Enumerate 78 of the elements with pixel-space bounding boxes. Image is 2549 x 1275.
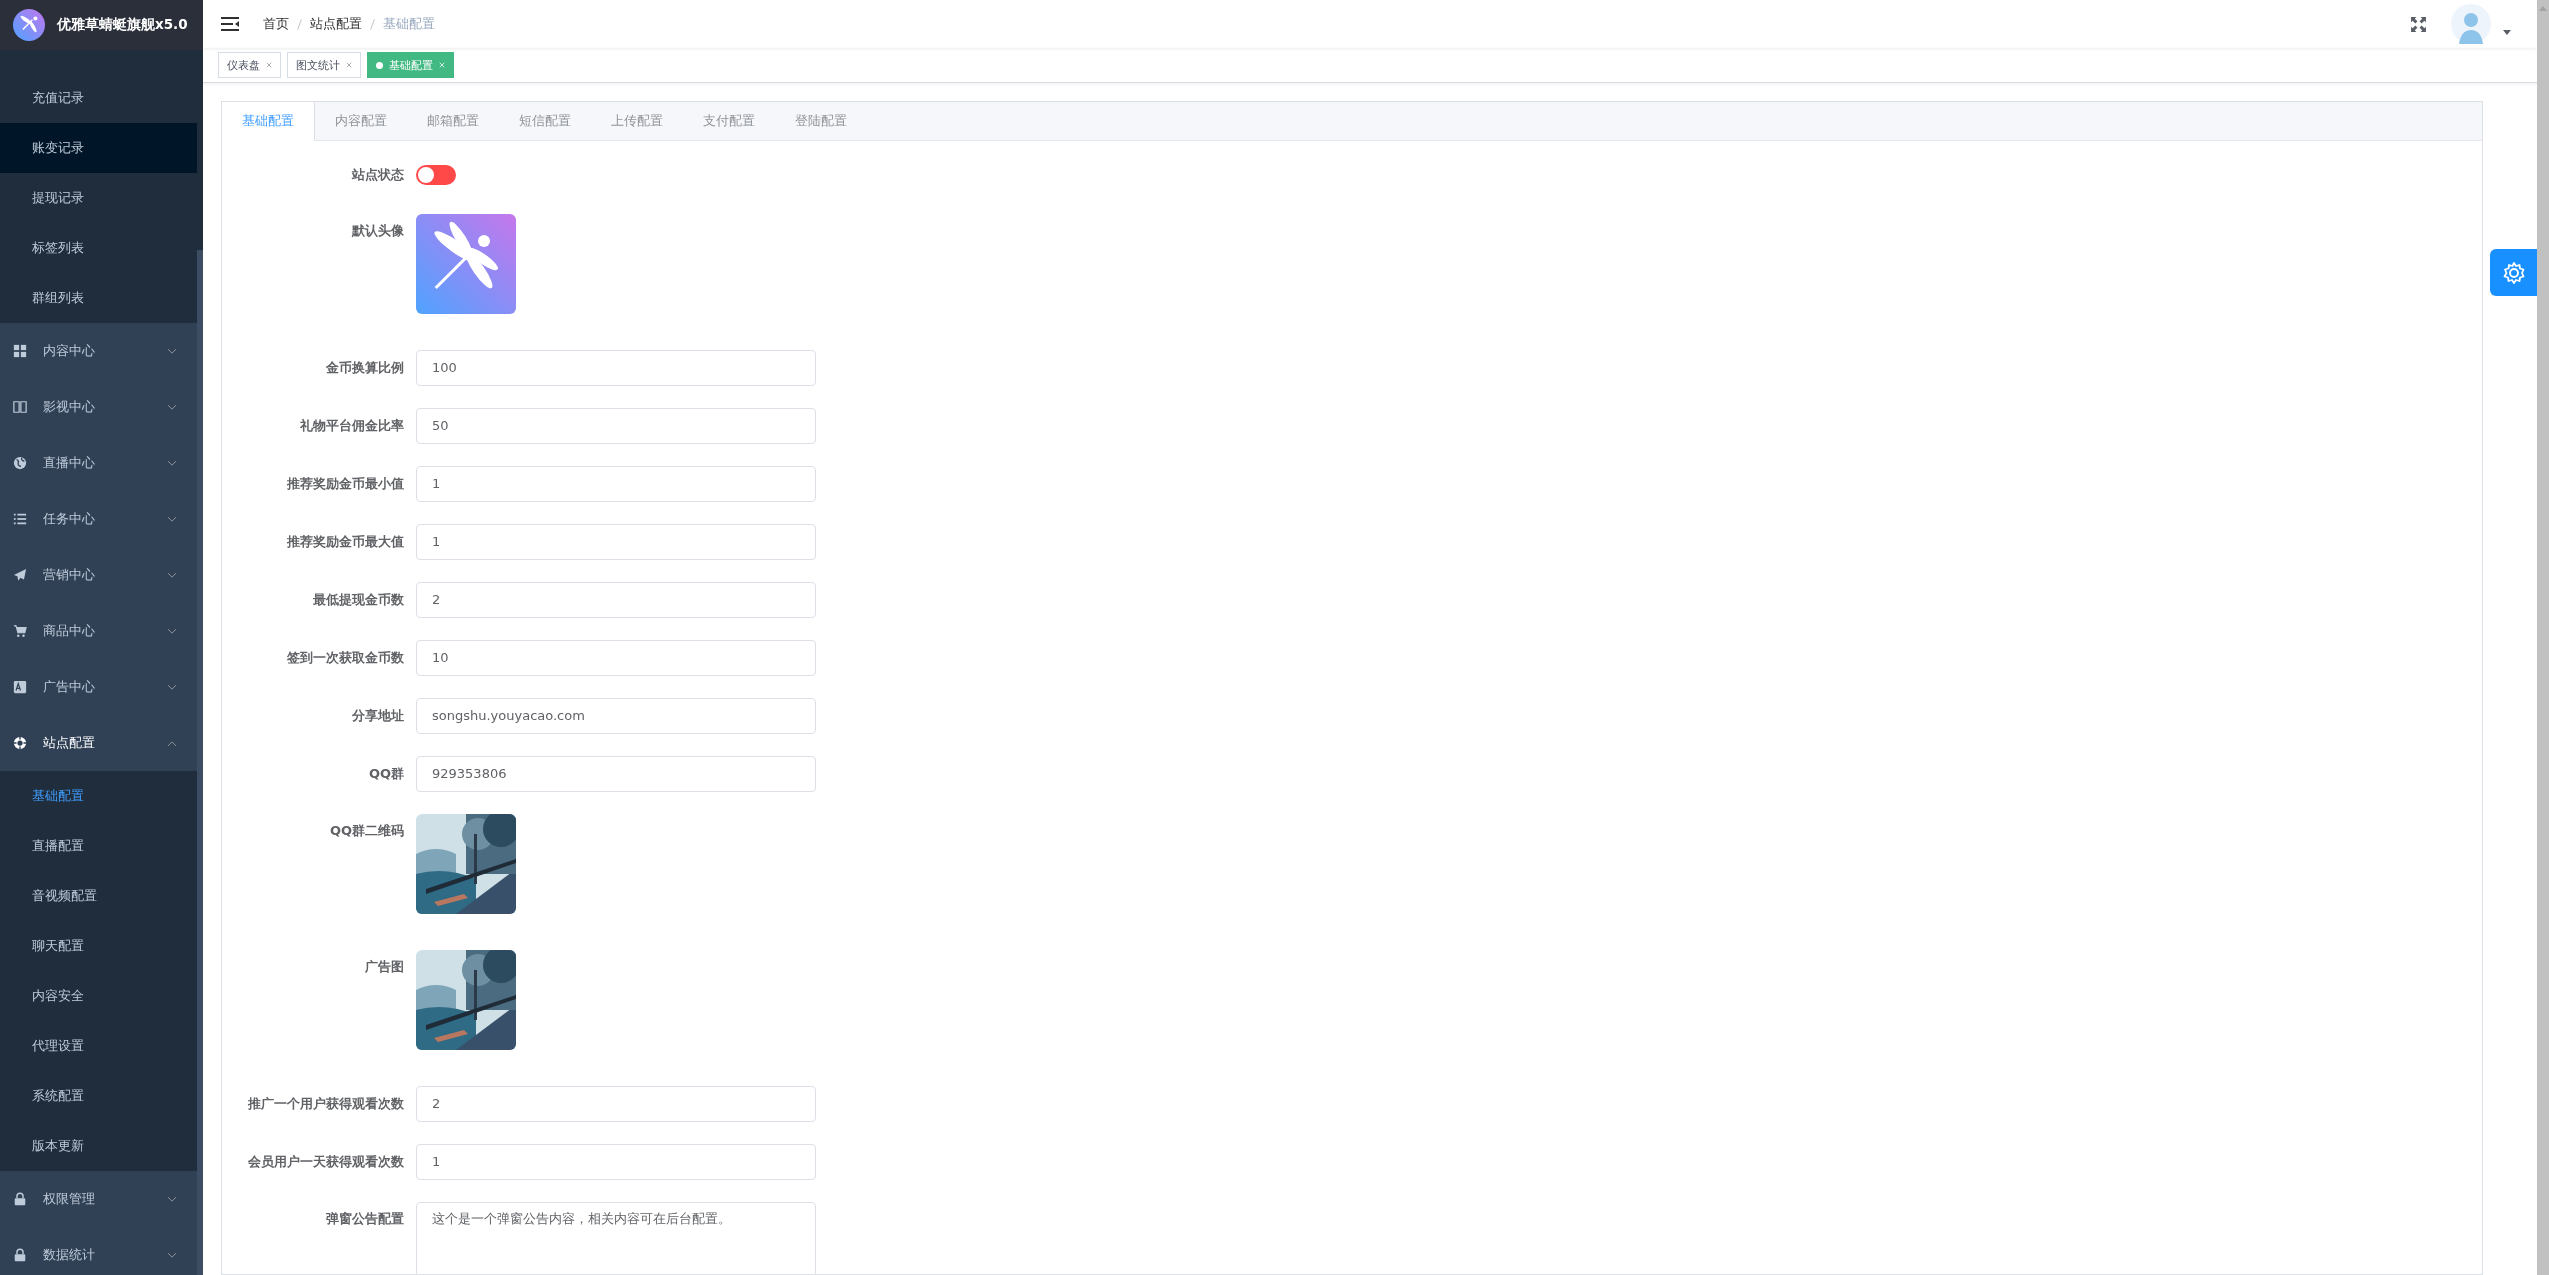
app-title: 优雅草蜻蜓旗舰x5.0 [57,16,188,34]
field-label: 推荐奖励金币最小值 [286,475,405,493]
sidebar-menu-item[interactable]: 直播中心 [0,435,197,491]
field-label: 金币换算比例 [325,359,405,377]
list-icon [13,512,27,526]
book-icon [13,400,27,414]
sidebar-subitem[interactable]: 群组列表 [0,273,197,323]
globe-icon [13,456,27,470]
sidebar-menu-item[interactable]: 广告中心 [0,659,197,715]
cart-icon [13,624,27,638]
input-field[interactable]: 1 [416,466,816,502]
toggle-switch[interactable] [416,165,456,185]
sidebar-menu-item[interactable]: 影视中心 [0,379,197,435]
field-label: QQ群二维码 [328,822,405,840]
sidebar-menu-item[interactable]: 营销中心 [0,547,197,603]
textarea-field[interactable]: 这个是一个弹窗公告内容，相关内容可在后台配置。 [416,1202,816,1275]
input-field[interactable]: 929353806 [416,756,816,792]
close-icon[interactable] [266,62,272,68]
page-scrollbar[interactable] [2537,0,2549,1275]
sidebar-menu-item[interactable]: 商品中心 [0,603,197,659]
paper-plane-icon [13,568,27,582]
close-icon[interactable] [346,62,352,68]
field-label: 弹窗公告配置 [325,1210,405,1228]
sidebar-subitem[interactable]: 代理设置 [0,1021,197,1071]
field-label: 签到一次获取金币数 [286,649,405,667]
sidebar-menu-item[interactable]: 任务中心 [0,491,197,547]
sidebar-subitem[interactable]: 系统配置 [0,1071,197,1121]
dragonfly-logo[interactable] [416,214,516,314]
fullscreen-icon[interactable] [2410,15,2427,33]
scrollbar-thumb[interactable] [197,250,203,1275]
sidebar-subitem[interactable]: 账变记录 [0,123,197,173]
input-field[interactable]: 50 [416,408,816,444]
field-label: 推广一个用户获得观看次数 [247,1095,405,1113]
input-field[interactable]: 1 [416,1144,816,1180]
input-field[interactable]: songshu.youyacao.com [416,698,816,734]
sidebar-menu-item[interactable]: 内容中心 [0,323,197,379]
input-field[interactable]: 100 [416,350,816,386]
tag[interactable]: 图文统计 [287,52,361,78]
input-field[interactable]: 10 [416,640,816,676]
lock-icon [13,1192,27,1206]
sidebar-subitem[interactable]: 标签列表 [0,223,197,273]
caret-icon[interactable] [2503,29,2511,35]
sidebar-subitem[interactable]: 基础配置 [0,771,197,821]
field-label: 分享地址 [351,707,405,725]
field-label: 默认头像 [350,222,405,240]
field-label: 礼物平台佣金比率 [299,417,405,435]
dragonfly-logo [13,9,45,41]
ad-icon [13,680,27,694]
input-field[interactable]: 2 [416,582,816,618]
field-label: 推荐奖励金币最大值 [286,533,405,551]
gear-icon [2501,260,2526,285]
breadcrumb-link[interactable]: 首页 [263,15,289,33]
sidebar-subitem[interactable]: 版本更新 [0,1121,197,1171]
field-label: 站点状态 [351,166,405,184]
sidebar-subitem[interactable]: 充值记录 [0,73,197,123]
sidebar-subitem[interactable]: 聊天配置 [0,921,197,971]
input-field[interactable]: 2 [416,1086,816,1122]
sidebar-menu-item[interactable]: 站点配置 [0,715,197,771]
field-label: 会员用户一天获得观看次数 [247,1153,405,1171]
input-field[interactable]: 1 [416,524,816,560]
field-label: 广告图 [364,958,405,976]
sidebar-subitem[interactable]: 音视频配置 [0,871,197,921]
grid-icon [13,344,27,358]
field-label: QQ群 [367,765,405,783]
sidebar-menu-item[interactable]: 数据统计 [0,1227,197,1275]
menu-icon[interactable] [221,17,239,31]
avatar[interactable] [2451,4,2491,44]
breadcrumb-link[interactable]: 站点配置 [310,15,362,33]
lifebuoy-icon [13,736,27,750]
sidebar-subitem[interactable]: 直播配置 [0,821,197,871]
settings-button[interactable] [2490,249,2537,296]
sidebar-subitem[interactable]: 内容安全 [0,971,197,1021]
sidebar-menu-item[interactable]: 权限管理 [0,1171,197,1227]
lock-icon [13,1248,27,1262]
sidebar-subitem[interactable]: 提现记录 [0,173,197,223]
tag[interactable]: 仪表盘 [218,52,281,78]
dot-icon [376,61,383,69]
field-label: 最低提现金币数 [312,591,405,609]
